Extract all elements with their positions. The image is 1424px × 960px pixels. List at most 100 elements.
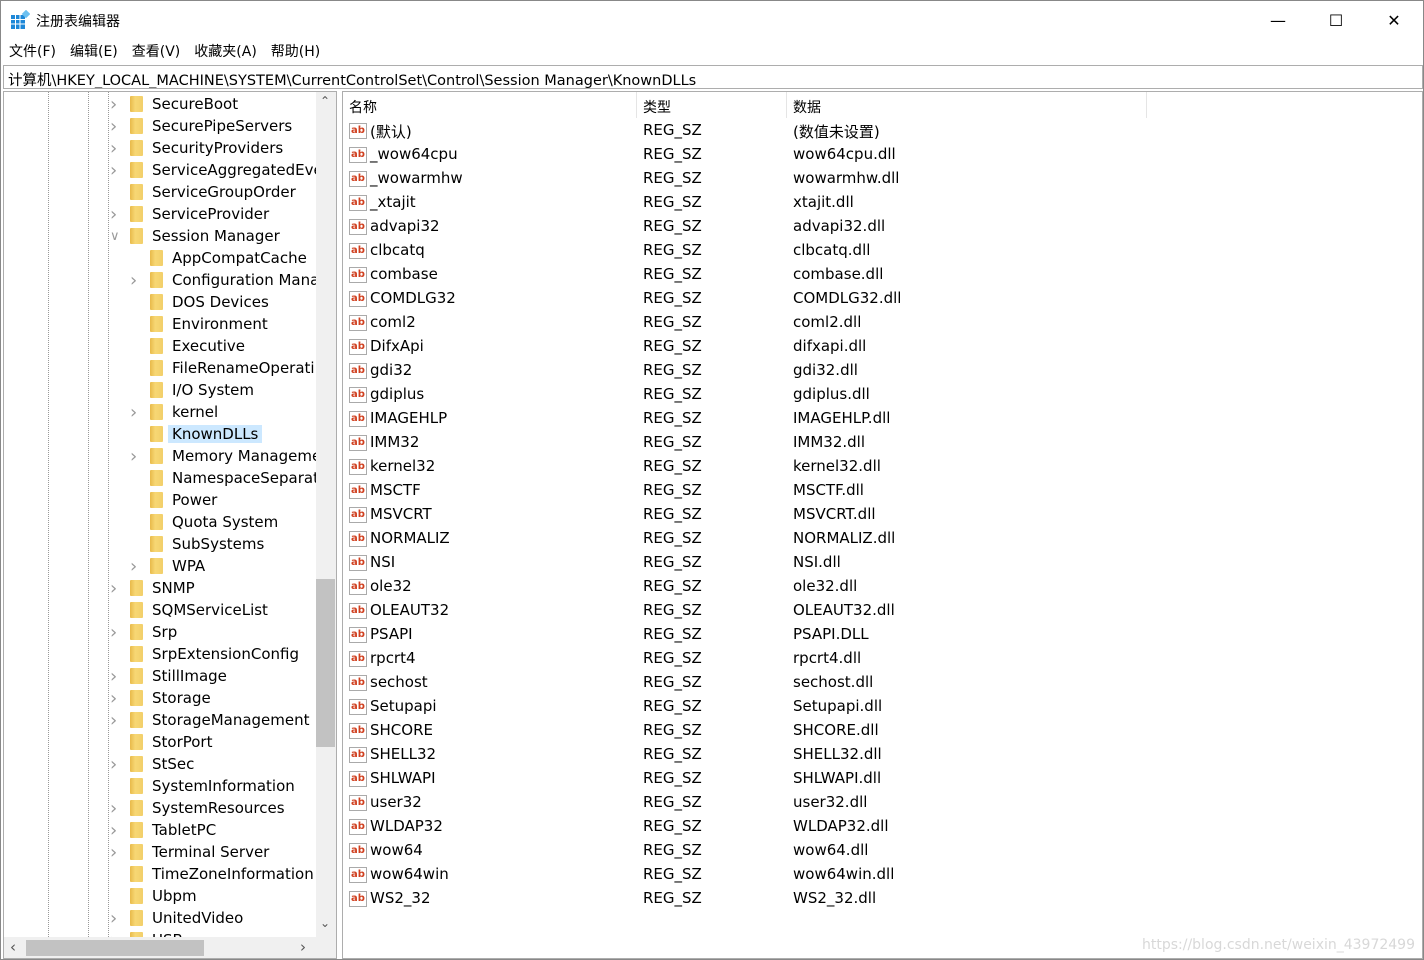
- tree-item[interactable]: › SecurePipeServers: [110, 115, 292, 137]
- value-row[interactable]: ab combase REG_SZ combase.dll: [343, 263, 1243, 287]
- value-row[interactable]: ab clbcatq REG_SZ clbcatq.dll: [343, 239, 1243, 263]
- tree-item[interactable]: Executive: [150, 335, 245, 357]
- value-row[interactable]: ab WS2_32 REG_SZ WS2_32.dll: [343, 887, 1243, 911]
- value-row[interactable]: ab rpcrt4 REG_SZ rpcrt4.dll: [343, 647, 1243, 671]
- value-row[interactable]: ab COMDLG32 REG_SZ COMDLG32.dll: [343, 287, 1243, 311]
- expand-arrow-icon[interactable]: ›: [110, 687, 122, 709]
- minimize-button[interactable]: —: [1249, 1, 1307, 39]
- menu-view[interactable]: 查看(V): [132, 41, 181, 63]
- expand-arrow-icon[interactable]: ›: [110, 621, 122, 643]
- tree-item[interactable]: TimeZoneInformation: [130, 863, 314, 885]
- value-row[interactable]: ab OLEAUT32 REG_SZ OLEAUT32.dll: [343, 599, 1243, 623]
- expand-arrow-icon[interactable]: ›: [130, 401, 142, 423]
- value-row[interactable]: ab WLDAP32 REG_SZ WLDAP32.dll: [343, 815, 1243, 839]
- tree-item[interactable]: › StSec: [110, 753, 194, 775]
- menu-file[interactable]: 文件(F): [9, 41, 56, 63]
- expand-arrow-icon[interactable]: ›: [130, 269, 142, 291]
- expand-arrow-icon[interactable]: ›: [110, 115, 122, 137]
- value-row[interactable]: ab _wowarmhw REG_SZ wowarmhw.dll: [343, 167, 1243, 191]
- tree-item[interactable]: KnownDLLs: [150, 423, 263, 445]
- value-row[interactable]: ab NSI REG_SZ NSI.dll: [343, 551, 1243, 575]
- tree-item[interactable]: › SecureBoot: [110, 93, 238, 115]
- maximize-button[interactable]: ☐: [1307, 1, 1365, 39]
- scroll-right-icon[interactable]: ›: [300, 938, 306, 956]
- menu-favorites[interactable]: 收藏夹(A): [194, 41, 257, 63]
- tree-item[interactable]: › Srp: [110, 621, 177, 643]
- tree-item[interactable]: SrpExtensionConfig: [130, 643, 299, 665]
- value-row[interactable]: ab user32 REG_SZ user32.dll: [343, 791, 1243, 815]
- tree-item[interactable]: DOS Devices: [150, 291, 269, 313]
- tree-horizontal-scroll-thumb[interactable]: [26, 940, 204, 956]
- tree-item[interactable]: › Storage: [110, 687, 211, 709]
- tree-item[interactable]: › SystemResources: [110, 797, 285, 819]
- tree-item[interactable]: › ServiceAggregatedEve: [110, 159, 323, 181]
- scroll-down-icon[interactable]: ⌄: [320, 916, 330, 930]
- value-row[interactable]: ab advapi32 REG_SZ advapi32.dll: [343, 215, 1243, 239]
- value-row[interactable]: ab SHLWAPI REG_SZ SHLWAPI.dll: [343, 767, 1243, 791]
- value-row[interactable]: ab kernel32 REG_SZ kernel32.dll: [343, 455, 1243, 479]
- address-bar[interactable]: 计算机\HKEY_LOCAL_MACHINE\SYSTEM\CurrentCon…: [3, 65, 1423, 89]
- value-row[interactable]: ab IMM32 REG_SZ IMM32.dll: [343, 431, 1243, 455]
- tree-item[interactable]: Ubpm: [130, 885, 197, 907]
- expand-arrow-icon[interactable]: ›: [110, 753, 122, 775]
- tree-item[interactable]: › WPA: [130, 555, 205, 577]
- expand-arrow-icon[interactable]: ›: [110, 159, 122, 181]
- menu-edit[interactable]: 编辑(E): [70, 41, 118, 63]
- tree-item[interactable]: FileRenameOperati: [150, 357, 315, 379]
- tree-item[interactable]: › Configuration Mana: [130, 269, 319, 291]
- tree-item[interactable]: › Memory Manageme: [130, 445, 321, 467]
- tree-item[interactable]: › UnitedVideo: [110, 907, 243, 929]
- expand-arrow-icon[interactable]: ›: [110, 841, 122, 863]
- tree-item[interactable]: SubSystems: [150, 533, 264, 555]
- tree-item[interactable]: › TabletPC: [110, 819, 216, 841]
- expand-arrow-icon[interactable]: ›: [110, 577, 122, 599]
- value-row[interactable]: ab _wow64cpu REG_SZ wow64cpu.dll: [343, 143, 1243, 167]
- value-row[interactable]: ab gdiplus REG_SZ gdiplus.dll: [343, 383, 1243, 407]
- tree-vertical-scroll-thumb[interactable]: [316, 579, 335, 747]
- expand-arrow-icon[interactable]: ›: [130, 445, 142, 467]
- expand-arrow-icon[interactable]: ›: [110, 665, 122, 687]
- tree-item[interactable]: › SecurityProviders: [110, 137, 283, 159]
- expand-arrow-icon[interactable]: ›: [110, 203, 122, 225]
- tree-vertical-scrollbar[interactable]: ⌃ ⌄: [316, 92, 336, 937]
- tree-item[interactable]: ServiceGroupOrder: [130, 181, 296, 203]
- expand-arrow-icon[interactable]: ›: [110, 93, 122, 115]
- scroll-left-icon[interactable]: ‹: [10, 938, 16, 956]
- tree-item[interactable]: ∨ Session Manager: [110, 225, 280, 247]
- value-row[interactable]: ab DifxApi REG_SZ difxapi.dll: [343, 335, 1243, 359]
- expand-arrow-icon[interactable]: ›: [110, 137, 122, 159]
- value-row[interactable]: ab SHELL32 REG_SZ SHELL32.dll: [343, 743, 1243, 767]
- value-row[interactable]: ab SHCORE REG_SZ SHCORE.dll: [343, 719, 1243, 743]
- tree-item[interactable]: NamespaceSeparat: [150, 467, 319, 489]
- expand-arrow-icon[interactable]: ›: [130, 555, 142, 577]
- value-row[interactable]: ab coml2 REG_SZ coml2.dll: [343, 311, 1243, 335]
- value-row[interactable]: ab _xtajit REG_SZ xtajit.dll: [343, 191, 1243, 215]
- tree-item[interactable]: Power: [150, 489, 217, 511]
- tree-item[interactable]: SystemInformation: [130, 775, 295, 797]
- expand-arrow-icon[interactable]: ›: [110, 907, 122, 929]
- column-header-type[interactable]: 类型: [637, 92, 787, 118]
- tree-item[interactable]: › StillImage: [110, 665, 227, 687]
- value-row[interactable]: ab MSCTF REG_SZ MSCTF.dll: [343, 479, 1243, 503]
- value-row[interactable]: ab PSAPI REG_SZ PSAPI.DLL: [343, 623, 1243, 647]
- tree-item[interactable]: AppCompatCache: [150, 247, 307, 269]
- column-header-data[interactable]: 数据: [787, 92, 1147, 118]
- value-row[interactable]: ab sechost REG_SZ sechost.dll: [343, 671, 1243, 695]
- tree-item[interactable]: Quota System: [150, 511, 278, 533]
- tree-item[interactable]: Environment: [150, 313, 268, 335]
- menu-help[interactable]: 帮助(H): [271, 41, 320, 63]
- tree-item[interactable]: › SNMP: [110, 577, 195, 599]
- tree-item[interactable]: › StorageManagement: [110, 709, 310, 731]
- value-row[interactable]: ab wow64win REG_SZ wow64win.dll: [343, 863, 1243, 887]
- tree-item[interactable]: I/O System: [150, 379, 254, 401]
- tree-item[interactable]: StorPort: [130, 731, 212, 753]
- value-row[interactable]: ab (默认) REG_SZ (数值未设置): [343, 119, 1243, 143]
- value-row[interactable]: ab IMAGEHLP REG_SZ IMAGEHLP.dll: [343, 407, 1243, 431]
- value-row[interactable]: ab NORMALIZ REG_SZ NORMALIZ.dll: [343, 527, 1243, 551]
- tree-item[interactable]: › kernel: [130, 401, 218, 423]
- scroll-up-icon[interactable]: ⌃: [320, 94, 330, 108]
- tree-item[interactable]: › ServiceProvider: [110, 203, 269, 225]
- value-row[interactable]: ab ole32 REG_SZ ole32.dll: [343, 575, 1243, 599]
- tree-item[interactable]: › Terminal Server: [110, 841, 269, 863]
- value-row[interactable]: ab Setupapi REG_SZ Setupapi.dll: [343, 695, 1243, 719]
